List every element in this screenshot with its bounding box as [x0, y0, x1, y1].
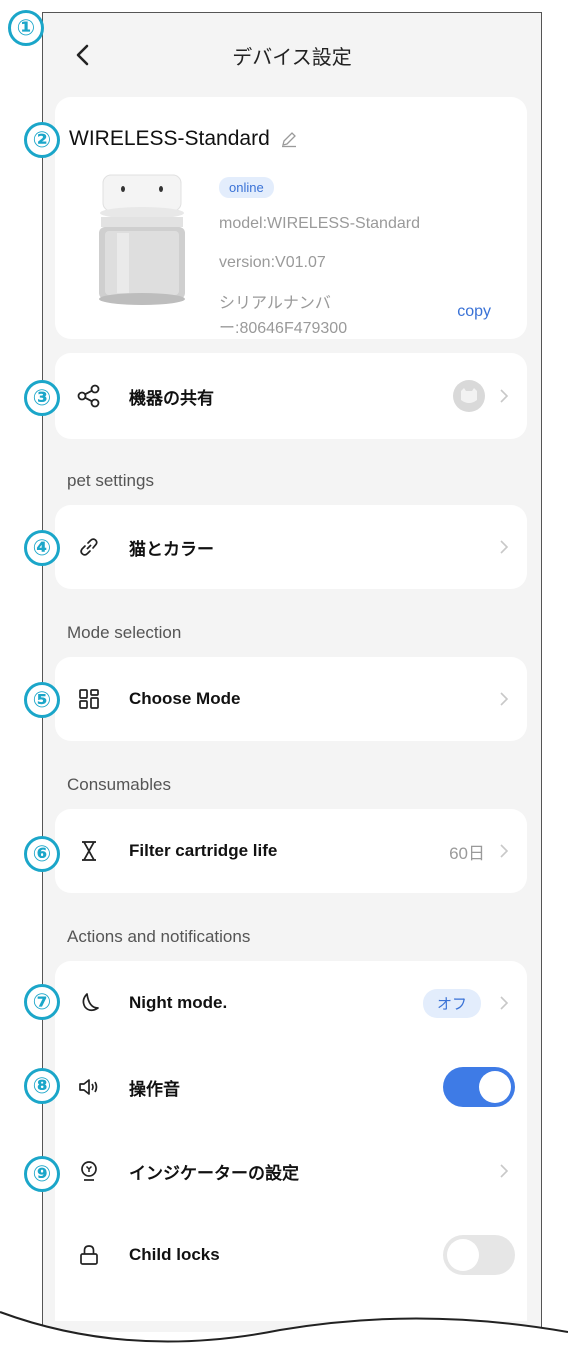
- annotation-marker: ⑧: [24, 1068, 60, 1104]
- share-row[interactable]: 機器の共有: [55, 353, 527, 439]
- edit-pencil-icon[interactable]: [280, 130, 298, 148]
- chevron-right-icon: [500, 1164, 509, 1178]
- indicator-light-icon: [75, 1157, 103, 1185]
- share-icon: [75, 382, 103, 410]
- annotation-marker: ②: [24, 122, 60, 158]
- indicator-row[interactable]: インジケーターの設定: [55, 1129, 527, 1213]
- link-icon: [75, 533, 103, 561]
- choose-mode-label: Choose Mode: [129, 689, 241, 708]
- section-label-consumables: Consumables: [67, 775, 171, 794]
- annotation-marker: ⑨: [24, 1156, 60, 1192]
- header: デバイス設定: [43, 13, 541, 93]
- chevron-right-icon: [500, 692, 509, 706]
- chevron-right-icon: [500, 540, 509, 554]
- annotation-marker: ⑥: [24, 836, 60, 872]
- device-model: model:WIRELESS-Standard: [219, 215, 420, 232]
- moon-icon: [75, 989, 103, 1017]
- choose-mode-row[interactable]: Choose Mode: [55, 657, 527, 741]
- chevron-right-icon: [500, 389, 509, 403]
- mode-card: Choose Mode: [55, 657, 527, 741]
- annotation-marker: ③: [24, 380, 60, 416]
- device-image: [99, 174, 185, 305]
- chevron-right-icon: [500, 844, 509, 858]
- device-serial: シリアルナンバー:80646F479300: [219, 295, 348, 337]
- annotation-marker: ⑤: [24, 682, 60, 718]
- hourglass-icon: [75, 837, 103, 865]
- pet-settings-row[interactable]: 猫とカラー: [55, 505, 527, 589]
- filter-row[interactable]: Filter cartridge life 60日: [55, 809, 527, 893]
- annotation-marker: ①: [8, 10, 44, 46]
- annotation-marker: ⑦: [24, 984, 60, 1020]
- child-lock-row: Child locks: [55, 1213, 527, 1297]
- annotation-marker: ④: [24, 530, 60, 566]
- section-label-pet: pet settings: [67, 471, 154, 490]
- device-name: WIRELESS-Standard: [69, 127, 270, 150]
- night-mode-label: Night mode.: [129, 993, 228, 1012]
- grid-icon: [75, 685, 103, 713]
- sound-toggle[interactable]: [443, 1067, 515, 1107]
- cat-avatar-icon: [461, 388, 477, 403]
- copy-button[interactable]: copy: [457, 303, 491, 321]
- device-name-row: WIRELESS-Standard: [69, 127, 298, 151]
- settings-screen: デバイス設定 WIRELESS-Standard online model:WI…: [42, 12, 542, 1332]
- night-mode-status-badge: オフ: [422, 988, 481, 1018]
- sound-label: 操作音: [129, 1079, 180, 1100]
- section-label-actions: Actions and notifications: [67, 927, 251, 946]
- indicator-label: インジケーターの設定: [129, 1163, 299, 1184]
- torn-edge-decoration: [0, 1311, 568, 1360]
- share-label: 機器の共有: [129, 388, 214, 409]
- filter-card: Filter cartridge life 60日: [55, 809, 527, 893]
- actions-card: Night mode. オフ 操作音 インジケーターの設定 Child lock…: [55, 961, 527, 1321]
- night-mode-row[interactable]: Night mode. オフ: [55, 961, 527, 1045]
- sound-row: 操作音: [55, 1045, 527, 1129]
- section-label-mode: Mode selection: [67, 623, 182, 642]
- page-title: デバイス設定: [232, 45, 352, 69]
- share-card: 機器の共有: [55, 353, 527, 439]
- chevron-right-icon: [500, 996, 509, 1010]
- toggle-knob: [447, 1239, 479, 1271]
- device-version: version:V01.07: [219, 254, 326, 271]
- filter-value: 60日: [449, 843, 485, 863]
- child-lock-toggle[interactable]: [443, 1235, 515, 1275]
- filter-label: Filter cartridge life: [129, 841, 278, 860]
- pet-settings-label: 猫とカラー: [129, 539, 214, 560]
- child-lock-label: Child locks: [129, 1245, 220, 1264]
- toggle-knob: [479, 1071, 511, 1103]
- pet-settings-card: 猫とカラー: [55, 505, 527, 589]
- speaker-icon: [75, 1073, 103, 1101]
- status-badge: online: [219, 177, 274, 198]
- avatar: [453, 380, 485, 412]
- lock-icon: [75, 1241, 103, 1269]
- device-info-card: WIRELESS-Standard online model:WIRELESS-…: [55, 97, 527, 339]
